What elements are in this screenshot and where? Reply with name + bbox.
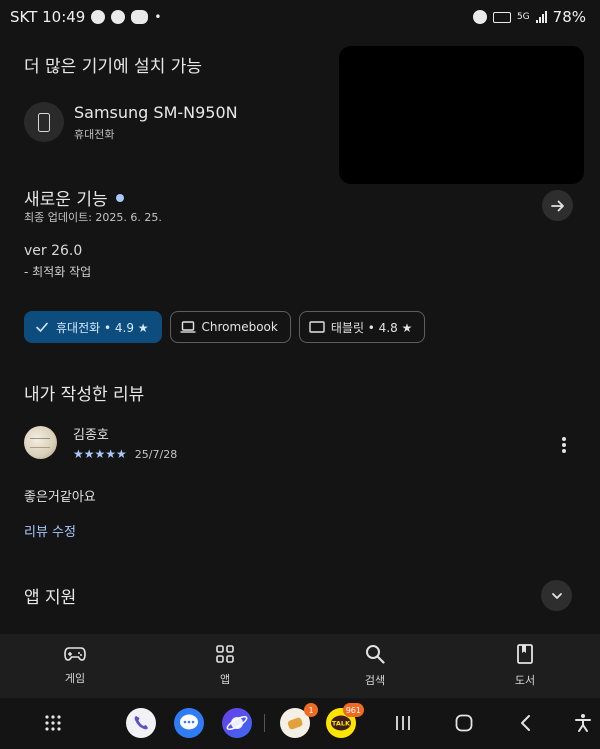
nav-label: 검색 [364, 674, 386, 687]
network-type: 5G [516, 12, 530, 22]
version-note: - 최적화 작업 [24, 265, 92, 279]
status-bar: SKT 10:49 • 5G 78% [0, 0, 600, 34]
messages-app-icon[interactable] [174, 708, 204, 738]
accessibility-icon [575, 714, 591, 732]
battery-level: 78% [552, 8, 586, 26]
phone-handset-icon [134, 716, 148, 730]
phone-app-icon[interactable] [126, 708, 156, 738]
version-text: ver 26.0 [24, 243, 83, 259]
alarm-icon [472, 10, 487, 24]
app-drawer-icon[interactable] [38, 708, 68, 738]
whats-new-arrow-button[interactable] [542, 190, 573, 221]
recents-button[interactable] [388, 708, 418, 738]
notification-badge: 961 [342, 703, 364, 717]
app-support-expand-button[interactable] [541, 580, 572, 611]
nav-search[interactable]: 검색 [300, 634, 450, 698]
nav-games[interactable]: 게임 [0, 634, 150, 698]
book-icon [517, 644, 533, 664]
app-detail-content: 더 많은 기기에 설치 가능 Samsung SM-N950N 휴대전화 새로운… [0, 34, 600, 634]
section-title-whats-new: 새로운 기능 [24, 190, 108, 210]
nav-apps[interactable]: 앱 [150, 634, 300, 698]
more-notifications-dot: • [154, 10, 162, 24]
section-title-devices: 더 많은 기기에 설치 가능 [24, 57, 203, 77]
recent-app-icon[interactable]: 1 [280, 703, 318, 738]
dock-divider [264, 714, 265, 732]
chat-bubble-icon [180, 714, 198, 730]
phone-icon [38, 112, 50, 132]
nav-label: 도서 [514, 674, 536, 687]
device-icon-container [24, 102, 64, 142]
review-date: 25/7/28 [134, 447, 178, 461]
kakaotalk-app-icon[interactable]: TALK 961 [326, 703, 364, 738]
status-time: SKT 10:49 [10, 8, 86, 26]
bottom-navigation: 게임 앱 검색 도서 [0, 634, 600, 698]
home-icon [455, 714, 473, 732]
chip-label: 휴대전화 • 4.9 ★ [56, 320, 149, 335]
apps-grid-icon [216, 645, 234, 663]
kakaotalk-notification-icon [131, 10, 149, 24]
volte-icon [492, 11, 511, 23]
tablet-icon [309, 319, 325, 335]
moon-icon [91, 10, 106, 24]
nav-books[interactable]: 도서 [450, 634, 600, 698]
back-icon [521, 715, 530, 731]
review-more-options-icon[interactable] [556, 434, 572, 456]
star-rating: ★★★★★ [73, 447, 127, 461]
review-body: 좋은거같아요 [24, 490, 96, 505]
accessibility-button[interactable] [568, 708, 598, 738]
recents-icon [396, 716, 410, 730]
device-name: Samsung SM-N950N [74, 102, 238, 122]
home-button[interactable] [449, 708, 479, 738]
review-header: 김종호 ★★★★★ 25/7/28 [24, 424, 177, 461]
nav-label: 앱 [219, 673, 231, 686]
device-rating-chips: 휴대전화 • 4.9 ★ Chromebook 태블릿 • 4.8 ★ [24, 311, 426, 343]
section-title-app-support: 앱 지원 [24, 588, 77, 608]
nav-label: 게임 [64, 672, 86, 685]
edit-review-link[interactable]: 리뷰 수정 [24, 521, 76, 540]
chip-tablet-rating[interactable]: 태블릿 • 4.8 ★ [298, 311, 426, 343]
laptop-icon [180, 319, 196, 335]
device-row: Samsung SM-N950N 휴대전화 [24, 102, 238, 142]
avatar [24, 426, 57, 459]
chip-chromebook[interactable]: Chromebook [169, 311, 291, 343]
system-navigation-bar: 1 TALK 961 [0, 698, 600, 749]
notification-badge: 1 [304, 703, 318, 717]
chip-label: 태블릿 • 4.8 ★ [330, 320, 413, 335]
chip-label: Chromebook [201, 320, 278, 334]
talk-label: TALK [332, 720, 351, 728]
reviewer-name: 김종호 [73, 428, 109, 443]
chevron-down-icon [551, 592, 562, 599]
whats-new-header: 새로운 기능 [24, 185, 124, 210]
dots-grid-icon [45, 715, 61, 731]
search-icon [366, 645, 385, 664]
planet-icon [226, 715, 248, 731]
internet-browser-app-icon[interactable] [222, 708, 252, 738]
new-indicator-dot [115, 193, 124, 202]
back-button[interactable] [511, 708, 541, 738]
last-updated: 최종 업데이트: 2025. 6. 25. [24, 211, 162, 224]
arrow-right-icon [550, 200, 564, 211]
review-meta: ★★★★★ 25/7/28 [73, 447, 177, 461]
signal-icon [535, 11, 547, 23]
preview-video[interactable] [339, 46, 584, 184]
check-icon [34, 319, 50, 335]
gamepad-icon [64, 647, 86, 661]
device-type: 휴대전화 [74, 127, 115, 141]
coffee-icon [111, 10, 126, 24]
chip-phone-rating[interactable]: 휴대전화 • 4.9 ★ [24, 311, 162, 343]
section-title-my-review: 내가 작성한 리뷰 [24, 385, 145, 405]
